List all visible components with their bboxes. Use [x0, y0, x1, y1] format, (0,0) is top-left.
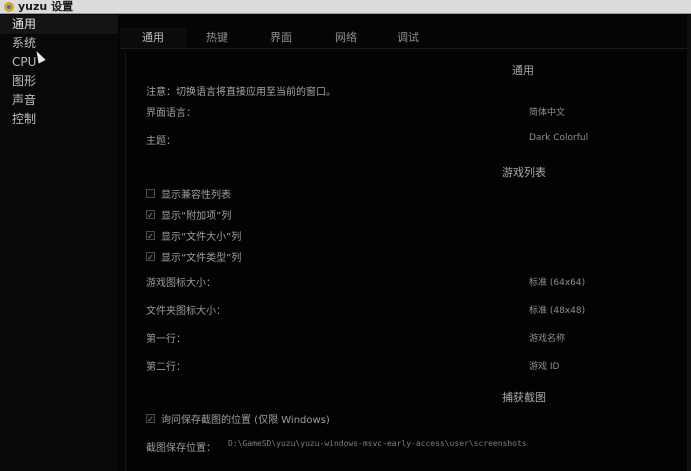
checkmark-icon[interactable]: ✓	[146, 210, 155, 220]
theme-label: 主题：	[146, 136, 176, 147]
language-label: 界面语言：	[146, 108, 196, 119]
tab-general[interactable]: 通用	[120, 28, 186, 48]
game-icon-size-select[interactable]: 标准 (64x64)	[529, 275, 585, 288]
theme-select[interactable]: Dark Colorful	[529, 133, 588, 143]
tab-network[interactable]: 网络	[314, 28, 378, 48]
sidebar-item-general[interactable]: 通用	[0, 15, 118, 34]
sidebar-item-system[interactable]: 系统	[0, 34, 118, 53]
checkbox-label: 显示兼容性列表	[161, 190, 231, 201]
gamelist-section-title: 游戏列表	[502, 166, 546, 179]
tab-debug[interactable]: 调试	[378, 28, 438, 48]
checkbox-label: 显示“文件大小”列	[161, 232, 242, 243]
folder-icon-size-label: 文件夹图标大小：	[146, 306, 226, 317]
screenshots-section-title: 捕获截图	[502, 391, 546, 404]
game-icon-size-label: 游戏图标大小：	[146, 278, 216, 289]
row1-text-select[interactable]: 游戏名称	[529, 331, 565, 344]
general-settings-panel: 通用 注意：切换语言将直接应用至当前的窗口。 界面语言： 简体中文 主题： Da…	[125, 52, 691, 471]
scrollbar[interactable]	[687, 15, 691, 471]
settings-window: yuzu 设置 通用 系统 CPU 图形 声音 控制 通用 热键 界面 网络 调…	[0, 0, 691, 471]
row2-text-select[interactable]: 游戏 ID	[529, 359, 559, 372]
show-type-column-checkbox[interactable]: ✓ 显示“文件类型”列	[146, 249, 241, 264]
settings-tab-bar: 通用 热键 界面 网络 调试	[120, 28, 691, 49]
checkbox-label: 显示“文件类型”列	[161, 253, 242, 264]
show-size-column-checkbox[interactable]: ✓ 显示“文件大小”列	[146, 228, 241, 243]
sidebar-item-controls[interactable]: 控制	[0, 110, 118, 129]
tab-hotkeys[interactable]: 热键	[186, 28, 248, 48]
language-select[interactable]: 简体中文	[529, 105, 565, 118]
checkbox-label: 显示“附加项”列	[161, 211, 232, 222]
language-note: 注意：切换语言将直接应用至当前的窗口。	[146, 87, 336, 98]
sidebar-item-cpu[interactable]: CPU	[0, 53, 118, 72]
row2-text-label: 第二行：	[146, 362, 186, 373]
checkmark-icon[interactable]: ✓	[146, 414, 155, 424]
screenshot-path-row: 截图保存位置： D:\GameSD\yuzu\yuzu-windows-msvc…	[146, 439, 527, 454]
ask-screenshot-path-checkbox[interactable]: ✓ 询问保存截图的位置 (仅限 Windows)	[146, 411, 330, 426]
folder-icon-size-select[interactable]: 标准 (48x48)	[529, 303, 585, 316]
yuzu-logo-icon	[4, 1, 14, 12]
sidebar-item-audio[interactable]: 声音	[0, 91, 118, 110]
sidebar-item-graphics[interactable]: 图形	[0, 72, 118, 91]
show-addons-column-checkbox[interactable]: ✓ 显示“附加项”列	[146, 207, 231, 222]
checkmark-icon[interactable]: ✓	[146, 252, 155, 262]
show-compat-list-checkbox[interactable]: 显示兼容性列表	[146, 186, 231, 201]
tab-ui[interactable]: 界面	[248, 28, 314, 48]
screenshot-path-input[interactable]: D:\GameSD\yuzu\yuzu-windows-msvc-early-a…	[228, 439, 527, 454]
window-title: yuzu 设置	[18, 0, 74, 13]
general-section-title: 通用	[512, 64, 534, 77]
checkbox-box[interactable]	[146, 189, 155, 198]
row1-text-label: 第一行：	[146, 334, 186, 345]
checkbox-label: 询问保存截图的位置 (仅限 Windows)	[161, 415, 330, 426]
settings-sidebar: 通用 系统 CPU 图形 声音 控制	[0, 15, 118, 471]
title-bar[interactable]: yuzu 设置	[0, 0, 691, 14]
checkmark-icon[interactable]: ✓	[146, 231, 155, 241]
screenshot-path-label: 截图保存位置：	[146, 443, 216, 454]
